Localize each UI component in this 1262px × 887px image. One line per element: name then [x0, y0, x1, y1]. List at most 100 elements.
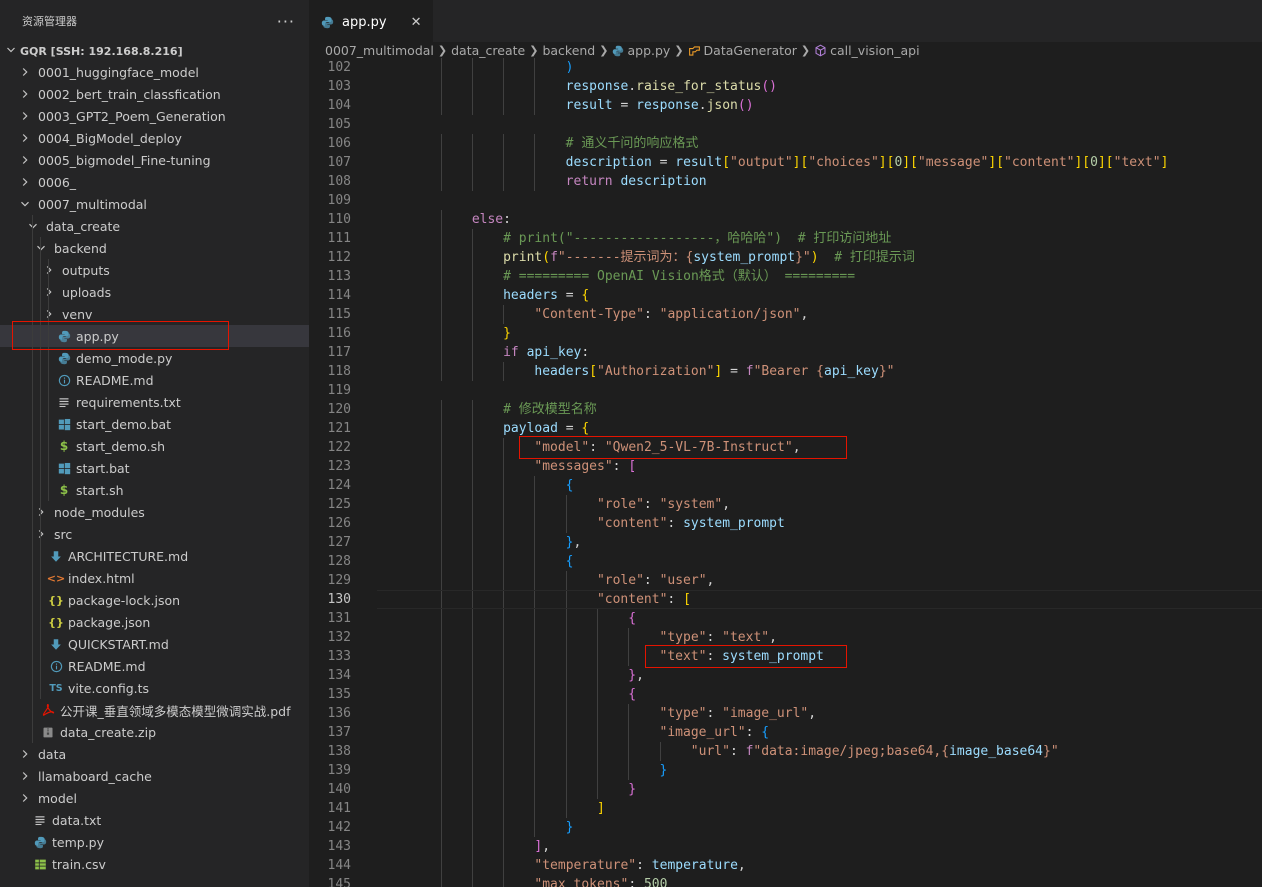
- indent-guide: [440, 134, 442, 153]
- json-file-icon: {}: [48, 593, 64, 607]
- file-item[interactable]: data_create.zip: [0, 721, 309, 743]
- workspace-root[interactable]: GQR [SSH: 192.168.8.216]: [0, 42, 309, 60]
- chevron-right-icon: [18, 67, 32, 77]
- folder-item[interactable]: 0004_BigModel_deploy: [0, 127, 309, 149]
- file-item[interactable]: demo_mode.py: [0, 347, 309, 369]
- indent-guide: [471, 761, 473, 780]
- file-item[interactable]: README.md: [0, 369, 309, 391]
- code-text: headers["Authorization"] = f"Bearer {api…: [534, 362, 894, 381]
- file-item[interactable]: temp.py: [0, 831, 309, 853]
- indent-guide: [471, 780, 473, 799]
- breadcrumb-item-3[interactable]: app.py: [627, 43, 670, 58]
- line-number: 108: [327, 174, 351, 189]
- tab-app-py[interactable]: app.py ✕: [309, 0, 434, 43]
- code-token: "application/json": [659, 307, 801, 322]
- indent-guide: [534, 666, 536, 685]
- folder-item[interactable]: llamaboard_cache: [0, 765, 309, 787]
- folder-item[interactable]: venv: [0, 303, 309, 325]
- folder-item[interactable]: outputs: [0, 259, 309, 281]
- file-item[interactable]: 公开课_垂直领域多模态模型微调实战.pdf: [0, 699, 309, 721]
- tab-bar: app.py ✕: [309, 0, 1262, 43]
- chevron-right-icon: [18, 793, 32, 803]
- code-token: ][: [792, 155, 809, 170]
- file-item[interactable]: requirements.txt: [0, 391, 309, 413]
- folder-item[interactable]: 0001_huggingface_model: [0, 61, 309, 83]
- file-item[interactable]: start.bat: [0, 457, 309, 479]
- folder-item[interactable]: 0003_GPT2_Poem_Generation: [0, 105, 309, 127]
- code-token: result: [565, 98, 613, 113]
- indent-guide: [565, 799, 567, 818]
- code-line: 111 # print("------------------，哈哈哈") # 打…: [309, 229, 1262, 248]
- code-token: # 修改模型名称: [503, 402, 597, 417]
- folder-item[interactable]: 0002_bert_train_classfication: [0, 83, 309, 105]
- code-text: }: [628, 780, 636, 799]
- folder-item[interactable]: model: [0, 787, 309, 809]
- code-line: 120 # 修改模型名称: [309, 400, 1262, 419]
- breadcrumb-item-0[interactable]: 0007_multimodal: [325, 43, 434, 58]
- line-number: 138: [327, 744, 351, 759]
- folder-item[interactable]: backend: [0, 237, 309, 259]
- line-number: 142: [327, 820, 351, 835]
- more-actions-icon[interactable]: ···: [277, 12, 295, 31]
- indent-guide: [534, 723, 536, 742]
- code-token: "temperature": [534, 858, 637, 873]
- indent-guide: [440, 210, 442, 229]
- indent-guide: [440, 286, 442, 305]
- file-item[interactable]: $ start_demo.sh: [0, 435, 309, 457]
- file-item[interactable]: $ start.sh: [0, 479, 309, 501]
- file-item[interactable]: data.txt: [0, 809, 309, 831]
- code-token: ,: [792, 440, 801, 455]
- close-icon[interactable]: ✕: [411, 15, 422, 30]
- indent-guide: [40, 545, 41, 567]
- code-text: return description: [566, 172, 707, 191]
- indent-guide: [48, 347, 49, 369]
- code-token: api_key: [824, 364, 879, 379]
- chevron-down-icon: [34, 243, 48, 253]
- file-item[interactable]: train.csv: [0, 853, 309, 875]
- file-item[interactable]: TS vite.config.ts: [0, 677, 309, 699]
- file-item[interactable]: <> index.html: [0, 567, 309, 589]
- indent-guide: [503, 457, 505, 476]
- tree-item-label: package-lock.json: [68, 592, 181, 608]
- breadcrumb-item-1[interactable]: data_create: [451, 43, 525, 58]
- code-token: response: [565, 79, 629, 94]
- code-line: 113 # ========= OpenAI Vision格式（默认） =====…: [309, 267, 1262, 286]
- shell-script-icon: $: [59, 483, 69, 497]
- breadcrumb-item-4[interactable]: DataGenerator: [704, 43, 797, 58]
- indent-guide: [471, 647, 473, 666]
- code-token: system_prompt: [693, 250, 796, 265]
- folder-item[interactable]: 0005_bigmodel_Fine-tuning: [0, 149, 309, 171]
- breadcrumb-item-5[interactable]: call_vision_api: [830, 43, 919, 58]
- folder-item[interactable]: data_create: [0, 215, 309, 237]
- code-token: response: [636, 98, 699, 113]
- code-line: 104 result = response.json(): [309, 96, 1262, 115]
- indent-guide: [440, 875, 442, 887]
- folder-item[interactable]: 0007_multimodal: [0, 193, 309, 215]
- folder-item[interactable]: data: [0, 743, 309, 765]
- folder-item[interactable]: node_modules: [0, 501, 309, 523]
- line-number: 126: [327, 516, 351, 531]
- indent-guide: [440, 58, 442, 77]
- file-item[interactable]: start_demo.bat: [0, 413, 309, 435]
- file-item[interactable]: ARCHITECTURE.md: [0, 545, 309, 567]
- file-item[interactable]: README.md: [0, 655, 309, 677]
- folder-item[interactable]: uploads: [0, 281, 309, 303]
- code-text: "model": "Qwen2_5-VL-7B-Instruct",: [534, 438, 800, 457]
- code-view[interactable]: 102) 103 response.raise_for_status() 104 res…: [309, 58, 1262, 887]
- file-item[interactable]: {} package-lock.json: [0, 589, 309, 611]
- indent-guide: [32, 633, 33, 655]
- indent-guide: [659, 742, 661, 761]
- code-line: 140}: [309, 780, 1262, 799]
- file-item[interactable]: app.py: [0, 325, 309, 347]
- file-item[interactable]: QUICKSTART.md: [0, 633, 309, 655]
- folder-item[interactable]: 0006_: [0, 171, 309, 193]
- breadcrumb-item-2[interactable]: backend: [542, 43, 595, 58]
- indent-guide: [596, 704, 598, 723]
- code-token: ][: [1097, 155, 1114, 170]
- indent-guide: [565, 590, 567, 609]
- code-text: {: [566, 476, 574, 495]
- folder-item[interactable]: src: [0, 523, 309, 545]
- file-item[interactable]: {} package.json: [0, 611, 309, 633]
- indent-guide: [503, 818, 505, 837]
- line-number: 139: [327, 763, 351, 778]
